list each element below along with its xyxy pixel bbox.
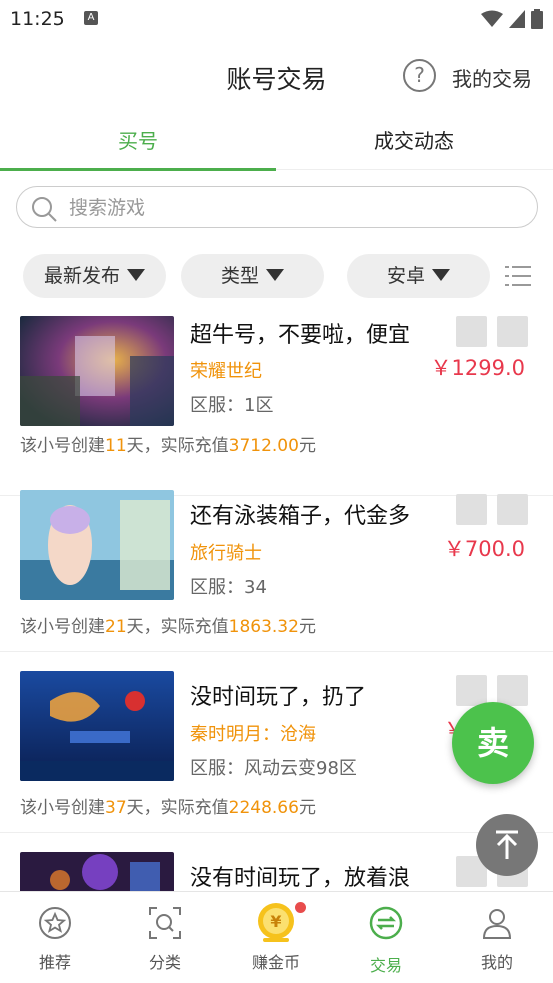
system-icons	[481, 9, 543, 29]
nav-profile[interactable]: 我的	[442, 892, 552, 983]
list-view-icon[interactable]	[505, 264, 531, 288]
note-days: 37	[105, 798, 127, 818]
filter-type-label: 类型	[220, 265, 259, 287]
filter-sort[interactable]: 最新发布	[23, 254, 166, 298]
trade-icon	[369, 906, 403, 940]
note-amount: 3712.00	[228, 436, 299, 456]
tag-badge	[497, 675, 528, 706]
tag-badge	[456, 494, 487, 525]
search-icon	[32, 197, 57, 222]
note-text: 天，实际充值	[126, 798, 229, 818]
listing-item[interactable]: 没有时间玩了，放着浪	[0, 832, 553, 891]
nav-category-label: 分类	[148, 953, 181, 972]
nav-recommend[interactable]: 推荐	[0, 892, 110, 983]
signal-icon	[509, 10, 525, 28]
search-box[interactable]	[16, 186, 538, 228]
listing-note: 该小号创建37天，实际充值2248.66元	[20, 793, 316, 818]
battery-icon	[531, 9, 543, 29]
note-text: 该小号创建	[20, 436, 105, 456]
note-text: 天，实际充值	[126, 617, 229, 637]
listing-price: ￥1299.0	[430, 356, 525, 380]
note-days: 11	[105, 436, 127, 456]
tab-deals[interactable]: 成交动态	[276, 114, 552, 170]
tag-badge	[497, 316, 528, 347]
note-text: 该小号创建	[20, 617, 105, 637]
star-icon	[39, 907, 71, 939]
tag-badge	[456, 316, 487, 347]
notification-icon: A	[84, 11, 98, 25]
filter-type[interactable]: 类型	[181, 254, 324, 298]
nav-recommend-label: 推荐	[38, 953, 71, 972]
nav-earn-coins[interactable]: ¥ 赚金币	[221, 892, 331, 983]
profile-icon	[482, 909, 512, 939]
nav-trade[interactable]: 交易	[331, 892, 441, 983]
note-days: 21	[105, 617, 127, 637]
tab-bar: 买号 成交动态	[0, 114, 553, 171]
notification-dot	[295, 902, 306, 913]
listing-note: 该小号创建21天，实际充值1863.32元	[20, 612, 316, 637]
listing-thumbnail	[20, 316, 174, 426]
listing-thumbnail	[20, 671, 174, 781]
listing-item[interactable]: 超牛号，不要啦，便宜 荣耀世纪 ￥1299.0 区服：1区 该小号创建11天，实…	[0, 314, 553, 496]
note-text: 该小号创建	[20, 798, 105, 818]
category-search-icon	[149, 907, 181, 939]
note-text: 元	[298, 436, 316, 456]
listing-game: 荣耀世纪	[190, 361, 262, 382]
listing-thumbnail	[20, 490, 174, 600]
listing-server: 区服：34	[190, 577, 267, 598]
note-text: 元	[298, 798, 316, 818]
listing-title: 超牛号，不要啦，便宜	[190, 323, 411, 348]
note-text: 天，实际充值	[126, 436, 229, 456]
filter-bar: 最新发布 类型 安卓	[0, 254, 553, 298]
listing-game: 秦时明月：沧海	[190, 724, 316, 745]
tag-badge	[497, 494, 528, 525]
scroll-to-top-button[interactable]	[476, 814, 538, 876]
help-icon[interactable]: ?	[403, 59, 436, 92]
status-bar: 11:25 A	[0, 0, 553, 38]
nav-earn-coins-label: 赚金币	[251, 953, 300, 972]
tag-badge	[456, 675, 487, 706]
listing-title: 没有时间玩了，放着浪	[190, 866, 411, 891]
listing-server: 区服：风动云变98区	[190, 758, 357, 779]
dropdown-arrow-icon	[127, 269, 145, 281]
arrow-up-icon	[496, 830, 518, 859]
note-text: 元	[298, 617, 316, 637]
my-trades-link[interactable]: 我的交易	[452, 63, 532, 92]
listing-server: 区服：1区	[190, 395, 274, 416]
listing-title: 还有泳装箱子，代金多	[190, 504, 411, 529]
svg-text:¥: ¥	[270, 912, 281, 931]
bottom-navigation: 推荐 分类 ¥ 赚金币 交易 我的	[0, 891, 553, 983]
listing-price: ￥700.0	[443, 537, 525, 561]
nav-trade-label: 交易	[369, 956, 402, 975]
sell-button[interactable]: 卖	[452, 702, 534, 784]
tab-buy[interactable]: 买号	[0, 114, 276, 171]
listing-note: 该小号创建11天，实际充值3712.00元	[20, 431, 316, 456]
listing-thumbnail	[20, 852, 174, 891]
note-amount: 2248.66	[228, 798, 299, 818]
status-time: 11:25	[10, 8, 65, 30]
dropdown-arrow-icon	[266, 269, 284, 281]
filter-platform-label: 安卓	[386, 265, 425, 287]
nav-category[interactable]: 分类	[110, 892, 220, 983]
filter-sort-label: 最新发布	[43, 265, 120, 287]
dropdown-arrow-icon	[432, 269, 450, 281]
search-input[interactable]	[69, 193, 509, 223]
listing-title: 没时间玩了，扔了	[190, 685, 367, 710]
note-amount: 1863.32	[228, 617, 299, 637]
filter-platform[interactable]: 安卓	[347, 254, 490, 298]
wifi-icon	[481, 10, 503, 27]
listing-game: 旅行骑士	[190, 543, 262, 564]
page-header: 账号交易 ? 我的交易	[0, 38, 553, 114]
coin-icon: ¥	[258, 903, 294, 942]
listing-item[interactable]: 还有泳装箱子，代金多 旅行骑士 ￥700.0 区服：34 该小号创建21天，实际…	[0, 470, 553, 652]
nav-profile-label: 我的	[480, 953, 513, 972]
